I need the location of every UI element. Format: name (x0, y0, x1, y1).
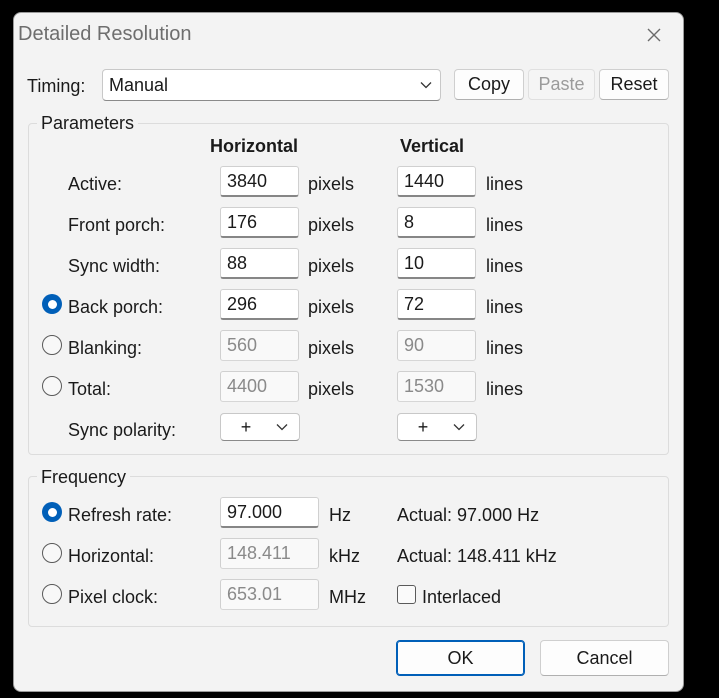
unit-pixels: pixels (308, 215, 355, 235)
chevron-down-icon (268, 423, 296, 431)
parameters-group (28, 123, 669, 455)
sync-width-horizontal-input[interactable] (220, 248, 299, 279)
horizontal-frequency-unit: kHz (329, 546, 360, 566)
unit-lines: lines (486, 297, 524, 317)
refresh-rate-actual: Actual: 97.000 Hz (397, 505, 540, 525)
pixel-clock-radio[interactable] (42, 584, 62, 604)
interlaced-label: Interlaced (422, 587, 502, 607)
horizontal-frequency-radio[interactable] (42, 543, 62, 563)
horizontal-frequency-input[interactable] (220, 538, 319, 569)
sync-width-vertical-input[interactable] (397, 248, 476, 279)
refresh-rate-input[interactable] (220, 497, 319, 528)
param-label-active: Active: (68, 174, 123, 194)
timing-value: Manual (109, 74, 169, 95)
param-label-sync-width: Sync width: (68, 256, 161, 276)
reset-button[interactable]: Reset (599, 69, 669, 100)
unit-lines: lines (486, 215, 524, 235)
unit-pixels: pixels (308, 379, 355, 399)
front-porch-horizontal-input[interactable] (220, 207, 299, 238)
total-radio[interactable] (42, 376, 62, 396)
horizontal-header: Horizontal (210, 136, 298, 156)
unit-lines: lines (486, 338, 524, 358)
unit-lines: lines (486, 174, 524, 194)
total-vertical-input[interactable] (397, 371, 476, 402)
chevron-down-icon (445, 423, 473, 431)
chevron-down-icon (412, 81, 440, 89)
sync-polarity-vertical-value: + (417, 416, 429, 437)
active-vertical-input[interactable] (397, 166, 476, 197)
refresh-rate-label: Refresh rate: (68, 505, 173, 525)
pixel-clock-label: Pixel clock: (68, 587, 159, 607)
pixel-clock-unit: MHz (329, 587, 366, 607)
unit-pixels: pixels (308, 297, 355, 317)
parameters-title: Parameters (37, 113, 139, 134)
active-horizontal-input[interactable] (220, 166, 299, 197)
interlaced-checkbox[interactable] (397, 585, 416, 604)
unit-lines: lines (486, 379, 524, 399)
sync-polarity-label: Sync polarity: (68, 420, 177, 440)
timing-dropdown[interactable]: Manual (102, 69, 441, 101)
blanking-radio[interactable] (42, 335, 62, 355)
horizontal-frequency-actual: Actual: 148.411 kHz (397, 546, 557, 566)
sync-polarity-vertical-dropdown[interactable]: + (397, 413, 477, 441)
paste-button[interactable]: Paste (528, 69, 595, 100)
sync-polarity-horizontal-dropdown[interactable]: + (220, 413, 300, 441)
close-button[interactable] (638, 19, 670, 51)
horizontal-frequency-label: Horizontal: (68, 546, 155, 566)
ok-button[interactable]: OK (396, 640, 525, 676)
total-horizontal-input[interactable] (220, 371, 299, 402)
blanking-vertical-input[interactable] (397, 330, 476, 361)
unit-pixels: pixels (308, 256, 355, 276)
param-label-total: Total: (68, 379, 112, 399)
back-porch-vertical-input[interactable] (397, 289, 476, 320)
detailed-resolution-dialog: Detailed Resolution Timing: Manual Copy … (13, 12, 684, 692)
frequency-title: Frequency (37, 467, 131, 488)
back-porch-horizontal-input[interactable] (220, 289, 299, 320)
param-label-blanking: Blanking: (68, 338, 143, 358)
unit-lines: lines (486, 256, 524, 276)
blanking-horizontal-input[interactable] (220, 330, 299, 361)
param-label-back-porch: Back porch: (68, 297, 164, 317)
unit-pixels: pixels (308, 338, 355, 358)
param-label-front-porch: Front porch: (68, 215, 166, 235)
pixel-clock-input[interactable] (220, 579, 319, 610)
copy-button[interactable]: Copy (454, 69, 524, 100)
back-porch-radio[interactable] (42, 294, 62, 314)
timing-label: Timing: (27, 76, 86, 96)
window-title: Detailed Resolution (18, 23, 192, 45)
cancel-button[interactable]: Cancel (540, 640, 669, 676)
sync-polarity-horizontal-value: + (240, 416, 252, 437)
close-icon (647, 28, 661, 42)
refresh-rate-unit: Hz (329, 505, 351, 525)
vertical-header: Vertical (400, 136, 465, 156)
refresh-rate-radio[interactable] (42, 502, 62, 522)
unit-pixels: pixels (308, 174, 355, 194)
front-porch-vertical-input[interactable] (397, 207, 476, 238)
